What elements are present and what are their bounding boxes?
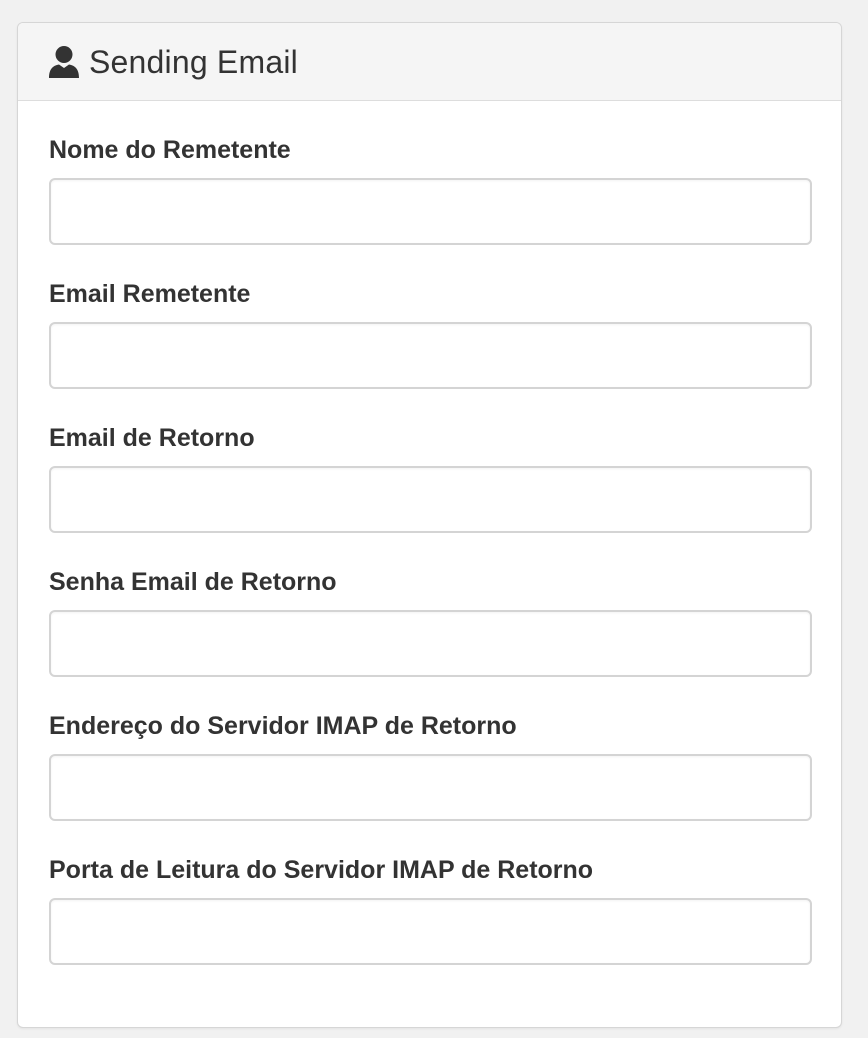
panel-body: Nome do Remetente Email Remetente Email … — [18, 101, 841, 1000]
return-email-label: Email de Retorno — [49, 424, 255, 452]
form-group-sender-name: Nome do Remetente — [49, 136, 812, 280]
user-icon — [48, 45, 80, 79]
imap-server-port-label: Porta de Leitura do Servidor IMAP de Ret… — [49, 856, 594, 884]
sending-email-panel: Sending Email Nome do Remetente Email Re… — [17, 22, 842, 1028]
form-group-imap-server-port: Porta de Leitura do Servidor IMAP de Ret… — [49, 856, 812, 1000]
sender-email-input[interactable] — [49, 322, 812, 389]
panel-title: Sending Email — [89, 43, 298, 80]
imap-server-port-input[interactable] — [49, 898, 812, 965]
sender-name-input[interactable] — [49, 178, 812, 245]
sender-name-label: Nome do Remetente — [49, 136, 291, 164]
panel-header: Sending Email — [18, 23, 841, 101]
imap-server-address-label: Endereço do Servidor IMAP de Retorno — [49, 712, 517, 740]
imap-server-address-input[interactable] — [49, 754, 812, 821]
form-group-return-email-password: Senha Email de Retorno — [49, 568, 812, 712]
return-email-input[interactable] — [49, 466, 812, 533]
form-group-imap-server-address: Endereço do Servidor IMAP de Retorno — [49, 712, 812, 856]
return-email-password-label: Senha Email de Retorno — [49, 568, 337, 596]
sender-email-label: Email Remetente — [49, 280, 251, 308]
return-email-password-input[interactable] — [49, 610, 812, 677]
form-group-sender-email: Email Remetente — [49, 280, 812, 424]
form-group-return-email: Email de Retorno — [49, 424, 812, 568]
